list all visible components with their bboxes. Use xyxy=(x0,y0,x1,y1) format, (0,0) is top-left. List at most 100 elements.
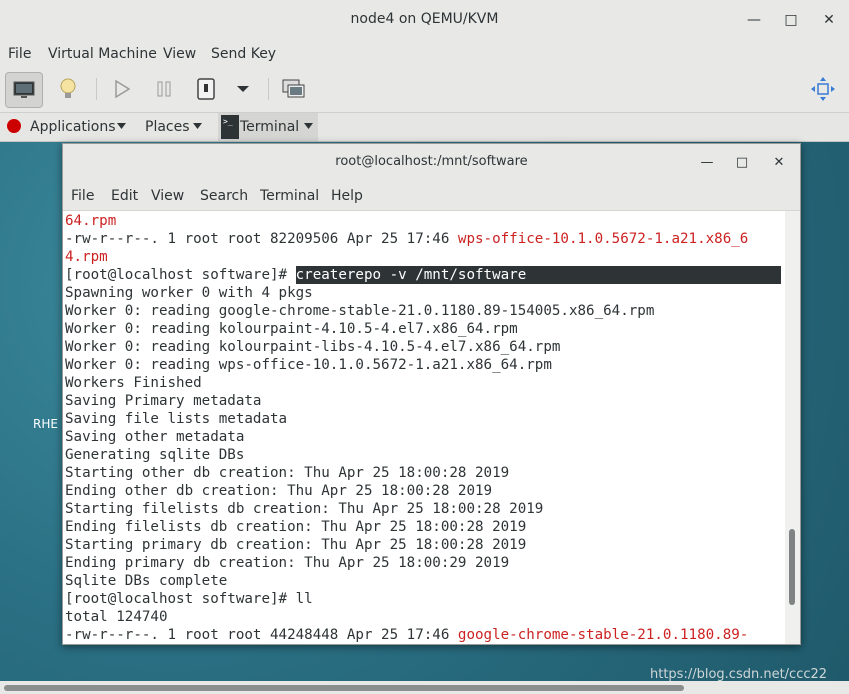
terminal-maximize-icon[interactable]: □ xyxy=(732,153,752,173)
terminal-titlebar: root@localhost:/mnt/software — □ ✕ xyxy=(63,144,800,181)
chevron-down-icon xyxy=(193,123,202,129)
terminal-text-segment: Spawning worker 0 with 4 pkgs xyxy=(65,285,313,301)
terminal-text-segment: -rw-r--r--. 1 root root 82209506 Apr 25 … xyxy=(65,231,458,247)
terminal-output[interactable]: 64.rpm -rw-r--r--. 1 root root 82209506 A… xyxy=(63,211,785,644)
terminal-text-segment: -rw-r--r--. 1 root root 44248448 Apr 25 … xyxy=(65,627,458,643)
terminal-text-segment: Generating sqlite DBs xyxy=(65,447,245,463)
menubar: File Virtual Machine View Send Key xyxy=(0,40,849,68)
terminal-line: Saving Primary metadata xyxy=(65,392,261,410)
terminal-menu-search[interactable]: Search xyxy=(200,188,248,204)
power-icon xyxy=(197,78,215,100)
terminal-text-segment: Worker 0: reading kolourpaint-4.10.5-4.e… xyxy=(65,321,518,337)
window-title: node4 on QEMU/KVM xyxy=(350,11,499,27)
terminal-text-segment: Saving other metadata xyxy=(65,429,245,445)
applications-menu[interactable]: Applications xyxy=(30,119,116,135)
terminal-line: 4.rpm xyxy=(65,248,108,266)
places-menu[interactable]: Places xyxy=(145,119,190,135)
terminal-line: Worker 0: reading kolourpaint-4.10.5-4.e… xyxy=(65,320,518,338)
horizontal-scrollbar-thumb[interactable] xyxy=(4,685,684,691)
terminal-line: total 124740 xyxy=(65,608,168,626)
show-console-button[interactable] xyxy=(5,72,43,108)
terminal-line: Saving file lists metadata xyxy=(65,410,287,428)
terminal-text-segment: Sqlite DBs complete xyxy=(65,573,228,589)
menu-file[interactable]: File xyxy=(8,46,31,62)
terminal-close-icon[interactable]: ✕ xyxy=(769,153,789,173)
terminal-line: Starting other db creation: Thu Apr 25 1… xyxy=(65,464,509,482)
horizontal-scrollbar[interactable] xyxy=(0,682,849,694)
chevron-down-icon xyxy=(237,86,249,92)
terminal-text-segment: [root@localhost software]# ll xyxy=(65,591,313,607)
lightbulb-icon xyxy=(60,78,76,98)
terminal-text-segment: Worker 0: reading wps-office-10.1.0.5672… xyxy=(65,357,552,373)
terminal-line: Saving other metadata xyxy=(65,428,244,446)
scrollbar-thumb[interactable] xyxy=(789,529,795,605)
chevron-down-icon xyxy=(304,123,313,129)
show-details-button[interactable] xyxy=(50,72,86,106)
terminal-taskbar-label: Terminal xyxy=(240,119,300,135)
terminal-taskbar-item[interactable]: >_ Terminal xyxy=(218,113,318,141)
terminal-text-segment: Ending other db creation: Thu Apr 25 18:… xyxy=(65,483,493,499)
terminal-text-segment: Saving file lists metadata xyxy=(65,411,288,427)
run-button[interactable] xyxy=(104,72,140,106)
close-icon[interactable]: ✕ xyxy=(819,10,839,30)
terminal-line: Sqlite DBs complete xyxy=(65,572,227,590)
terminal-line: Worker 0: reading google-chrome-stable-2… xyxy=(65,302,654,320)
terminal-line: Ending other db creation: Thu Apr 25 18:… xyxy=(65,482,492,500)
terminal-text-segment: Ending primary db creation: Thu Apr 25 1… xyxy=(65,555,510,571)
terminal-text-segment: 64.rpm xyxy=(65,213,117,229)
menu-virtual-machine[interactable]: Virtual Machine xyxy=(48,46,157,62)
terminal-menu-terminal[interactable]: Terminal xyxy=(260,188,319,204)
chevron-down-icon xyxy=(117,123,126,129)
terminal-line: Ending filelists db creation: Thu Apr 25… xyxy=(65,518,526,536)
snapshots-button[interactable] xyxy=(276,72,312,106)
terminal-text-segment: [root@localhost software]# xyxy=(65,267,296,283)
maximize-icon[interactable]: □ xyxy=(781,10,801,30)
terminal-line: Spawning worker 0 with 4 pkgs xyxy=(65,284,313,302)
terminal-menu-file[interactable]: File xyxy=(71,188,94,204)
terminal-line: Generating sqlite DBs xyxy=(65,446,244,464)
terminal-icon: >_ xyxy=(221,115,239,139)
terminal-text-segment: 4.rpm xyxy=(65,249,108,265)
terminal-menu-help[interactable]: Help xyxy=(331,188,363,204)
terminal-text-segment: Starting other db creation: Thu Apr 25 1… xyxy=(65,465,510,481)
pause-button[interactable] xyxy=(146,72,182,106)
terminal-menu-edit[interactable]: Edit xyxy=(111,188,138,204)
toolbar-separator xyxy=(268,78,269,100)
terminal-line: Workers Finished xyxy=(65,374,202,392)
menu-send-key[interactable]: Send Key xyxy=(211,46,276,62)
desktop-icon-label[interactable]: RHE xyxy=(33,417,58,431)
terminal-text-segment: Ending filelists db creation: Thu Apr 25… xyxy=(65,519,527,535)
fullscreen-button[interactable] xyxy=(805,72,841,106)
terminal-minimize-icon[interactable]: — xyxy=(697,153,717,173)
fullscreen-icon xyxy=(811,77,835,101)
terminal-text-segment: createrepo -v /mnt/software xyxy=(295,266,781,284)
terminal-line: Worker 0: reading wps-office-10.1.0.5672… xyxy=(65,356,552,374)
guest-top-bar: Applications Places >_ Terminal xyxy=(0,113,849,142)
terminal-text-segment: total 124740 xyxy=(65,609,168,625)
toolbar xyxy=(0,68,849,113)
watermark: https://blog.csdn.net/ccc22 xyxy=(650,667,828,682)
toolbar-separator xyxy=(96,78,97,100)
terminal-text-segment: Saving Primary metadata xyxy=(65,393,262,409)
shutdown-menu-button[interactable] xyxy=(226,72,260,106)
minimize-icon[interactable]: — xyxy=(744,10,764,30)
terminal-title: root@localhost:/mnt/software xyxy=(335,154,528,169)
shutdown-button[interactable] xyxy=(188,72,224,106)
terminal-window: root@localhost:/mnt/software — □ ✕ File … xyxy=(62,143,801,645)
terminal-line: -rw-r--r--. 1 root root 82209506 Apr 25 … xyxy=(65,230,748,248)
redhat-logo-icon xyxy=(7,119,21,133)
terminal-line: Starting primary db creation: Thu Apr 25… xyxy=(65,536,526,554)
terminal-line: -rw-r--r--. 1 root root 44248448 Apr 25 … xyxy=(65,626,748,644)
terminal-text-segment: Workers Finished xyxy=(65,375,202,391)
terminal-line: 64.rpm xyxy=(65,212,116,230)
terminal-text-segment: wps-office-10.1.0.5672-1.a21.x86_6 xyxy=(457,231,749,247)
monitor-icon xyxy=(13,81,35,98)
terminal-line: Ending primary db creation: Thu Apr 25 1… xyxy=(65,554,509,572)
terminal-line: [root@localhost software]# createrepo -v… xyxy=(65,266,781,284)
terminal-text-segment: Starting filelists db creation: Thu Apr … xyxy=(65,501,544,517)
terminal-scrollbar[interactable] xyxy=(785,211,800,644)
terminal-text-segment: Worker 0: reading google-chrome-stable-2… xyxy=(65,303,655,319)
menu-view[interactable]: View xyxy=(163,46,196,62)
terminal-menu-view[interactable]: View xyxy=(151,188,184,204)
terminal-line: Worker 0: reading kolourpaint-libs-4.10.… xyxy=(65,338,560,356)
